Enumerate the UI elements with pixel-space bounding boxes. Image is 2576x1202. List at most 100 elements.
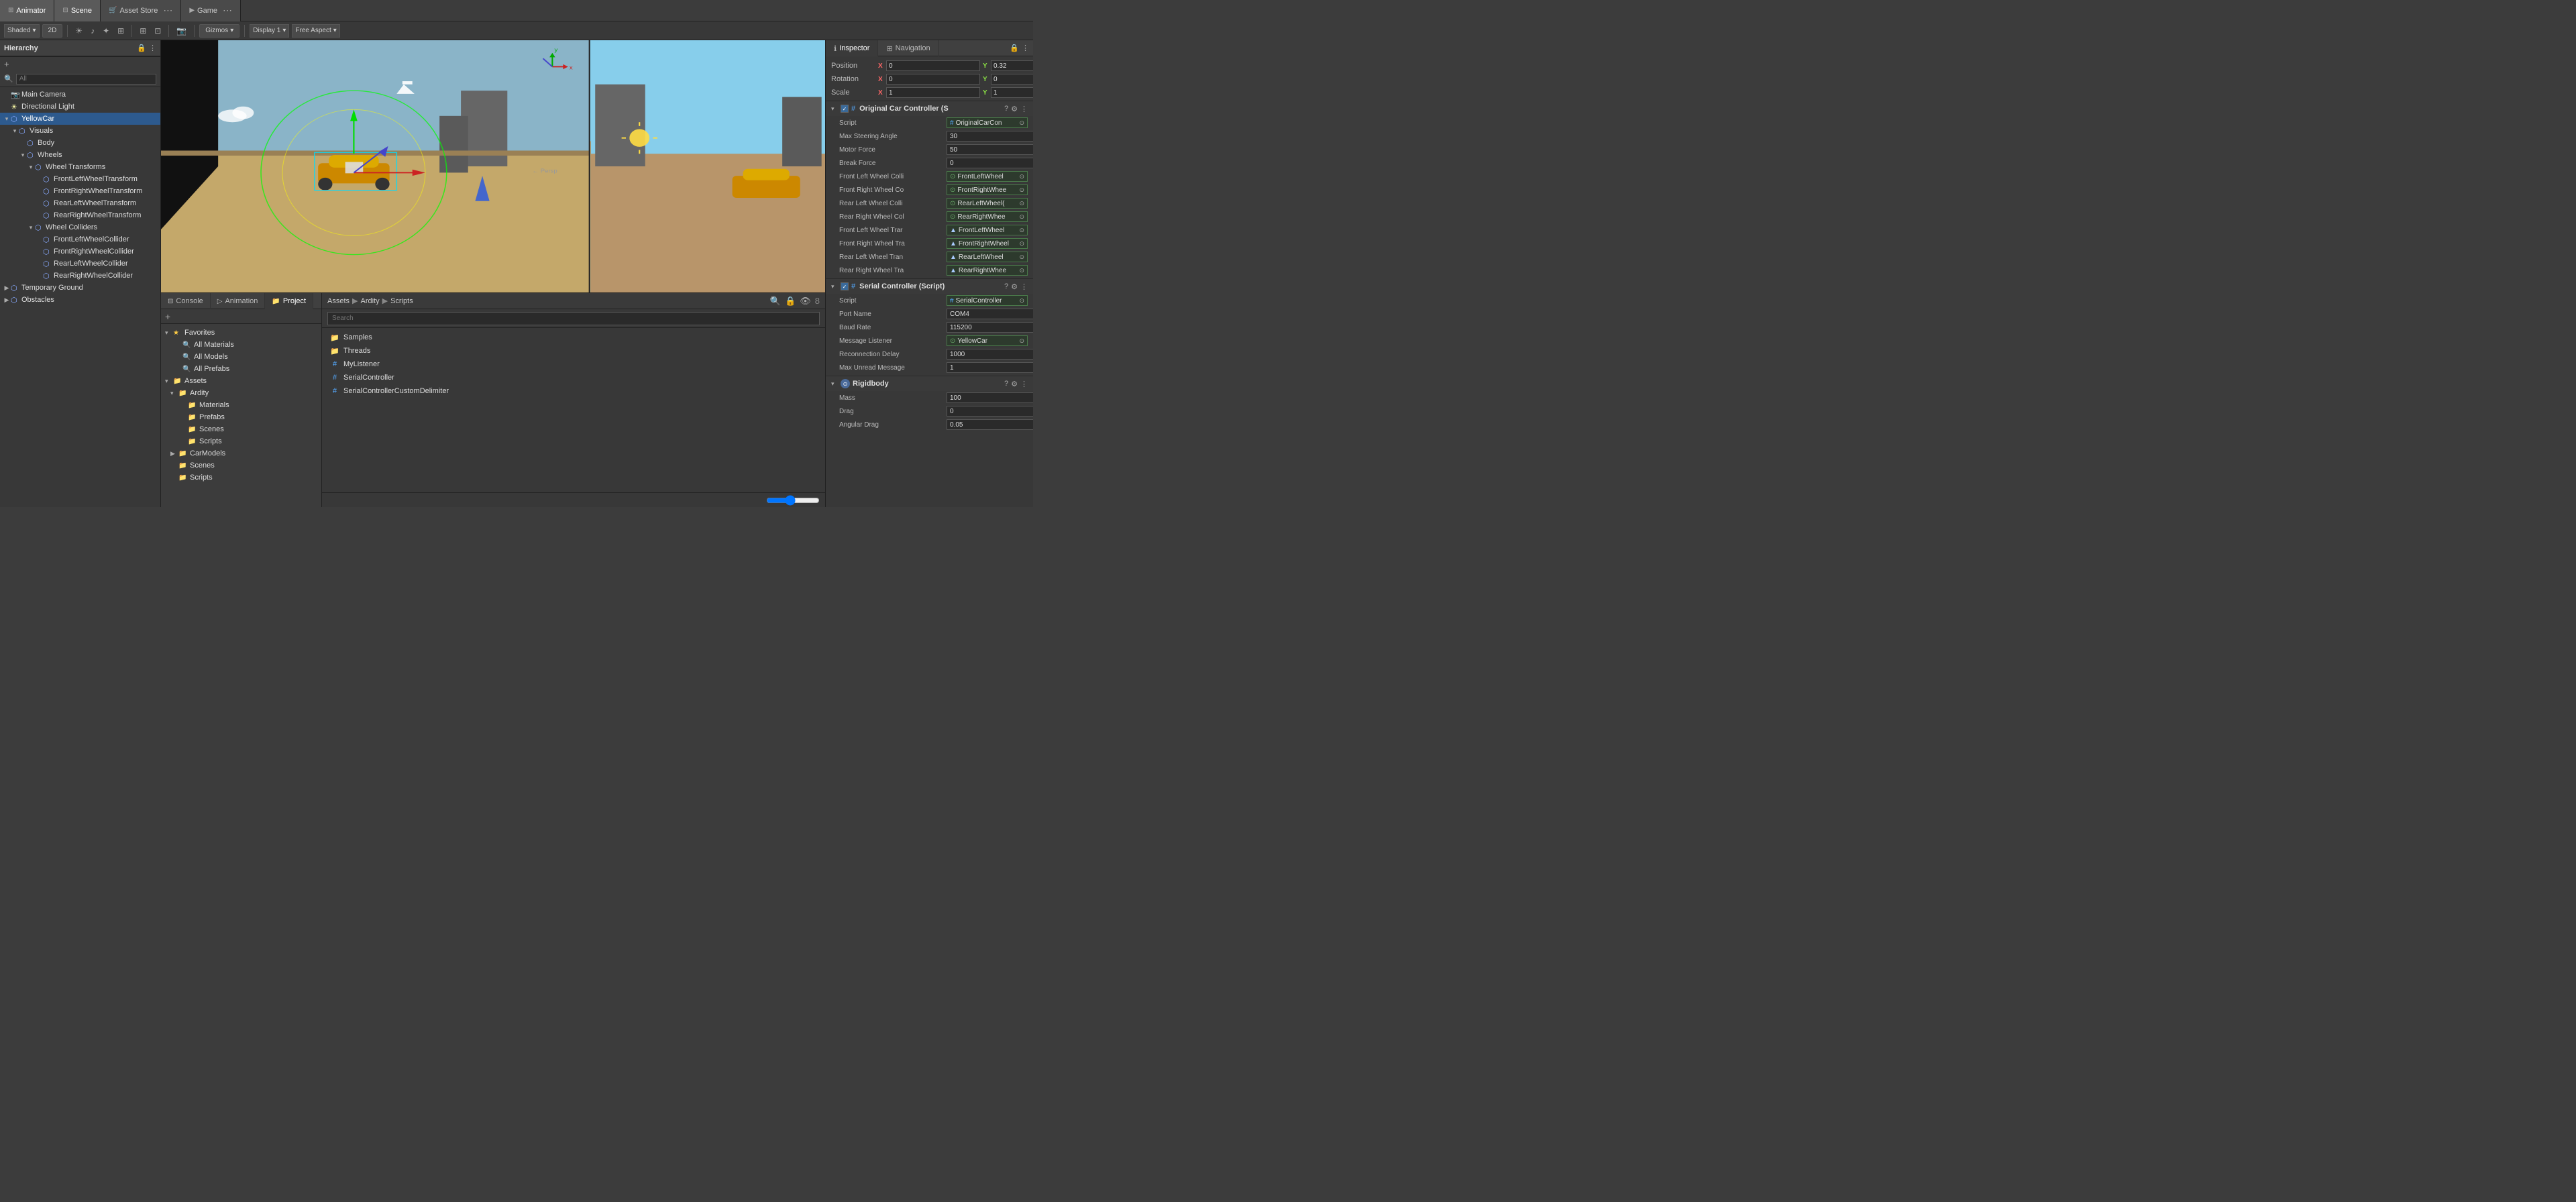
- tree-item-carmodels[interactable]: ▶ 📁 CarModels: [161, 447, 321, 459]
- fr-tran-select-btn[interactable]: ⊙: [1019, 240, 1024, 248]
- project-files-search-btn[interactable]: 🔍: [770, 296, 781, 307]
- viewport-bg[interactable]: x y ← Persp: [161, 40, 825, 292]
- project-files-search-input[interactable]: [327, 312, 820, 325]
- tab-project[interactable]: 📁 Project: [265, 293, 313, 309]
- audio-toggle-btn[interactable]: ♪: [88, 25, 97, 37]
- hierarchy-add-icon[interactable]: +: [4, 59, 9, 69]
- project-add-icon[interactable]: +: [165, 311, 170, 322]
- comp-menu-btn[interactable]: ⋮: [1020, 282, 1028, 291]
- tree-item-materials[interactable]: 📁 Materials: [161, 399, 321, 411]
- hierarchy-item-wheel-transforms[interactable]: ▾ ⬡ Wheel Transforms: [0, 161, 160, 173]
- tree-item-scripts2[interactable]: 📁 Scripts: [161, 472, 321, 484]
- tree-item-favorites[interactable]: ▾ ★ Favorites: [161, 327, 321, 339]
- hierarchy-item-yellow-car[interactable]: ▾ ⬡ YellowCar: [0, 113, 160, 125]
- rr-col-select-btn[interactable]: ⊙: [1019, 213, 1024, 221]
- hierarchy-item-main-camera[interactable]: 📷 Main Camera: [0, 89, 160, 101]
- hierarchy-menu-btn[interactable]: ⋮: [149, 44, 156, 52]
- grid-btn[interactable]: ⊞: [137, 25, 149, 37]
- ref-select-btn[interactable]: ⊙: [1019, 119, 1024, 127]
- render-stats-btn[interactable]: ⊞: [115, 25, 127, 37]
- motor-force-input[interactable]: [947, 144, 1033, 155]
- tab-console[interactable]: ⊟ Console: [161, 293, 211, 309]
- fl-col-select-btn[interactable]: ⊙: [1019, 173, 1024, 180]
- free-aspect-dropdown[interactable]: Free Aspect ▾: [292, 24, 339, 38]
- hierarchy-item-fr-collider[interactable]: ⬡ FrontRightWheelCollider: [0, 245, 160, 258]
- rl-col-select-btn[interactable]: ⊙: [1019, 200, 1024, 207]
- effects-toggle-btn[interactable]: ✦: [100, 25, 112, 37]
- max-unread-input[interactable]: [947, 362, 1033, 373]
- file-item-samples[interactable]: 📁 Samples: [327, 331, 820, 344]
- file-item-mylistener[interactable]: # MyListener: [327, 358, 820, 371]
- project-files-settings-btn[interactable]: 8: [815, 296, 820, 306]
- tab-scene[interactable]: ⊟ Scene: [54, 0, 101, 21]
- tab-inspector[interactable]: ℹ Inspector: [826, 40, 878, 56]
- hierarchy-item-rr-transform[interactable]: ⬡ RearRightWheelTransform: [0, 209, 160, 221]
- fr-col-select-btn[interactable]: ⊙: [1019, 186, 1024, 194]
- comp-help-btn[interactable]: ?: [1004, 282, 1008, 290]
- inspector-lock-btn[interactable]: 🔒: [1010, 44, 1019, 52]
- project-files-eye-btn[interactable]: 👁: [800, 296, 811, 307]
- rigidbody-header[interactable]: ▾ ⊙ Rigidbody ? ⚙ ⋮: [826, 376, 1033, 391]
- tree-item-assets[interactable]: ▾ 📁 Assets: [161, 375, 321, 387]
- display-dropdown[interactable]: Display 1 ▾: [250, 24, 289, 38]
- tree-item-all-models[interactable]: 🔍 All Models: [161, 351, 321, 363]
- mass-input[interactable]: [947, 392, 1033, 403]
- tree-item-all-prefabs[interactable]: 🔍 All Prefabs: [161, 363, 321, 375]
- scale-x-input[interactable]: [886, 87, 980, 98]
- port-name-input[interactable]: [947, 309, 1033, 319]
- angular-drag-input[interactable]: [947, 419, 1033, 430]
- position-y-input[interactable]: [991, 60, 1033, 71]
- hierarchy-item-wheels[interactable]: ▾ ⬡ Wheels: [0, 149, 160, 161]
- tab-game[interactable]: ▶ Game ⋯: [181, 0, 241, 21]
- tree-item-all-materials[interactable]: 🔍 All Materials: [161, 339, 321, 351]
- comp-enable-checkbox[interactable]: [841, 105, 849, 113]
- comp-enable-checkbox[interactable]: [841, 282, 849, 290]
- hierarchy-item-obstacles[interactable]: ▶ ⬡ Obstacles: [0, 294, 160, 306]
- rotation-x-input[interactable]: [886, 74, 980, 85]
- fl-tran-select-btn[interactable]: ⊙: [1019, 227, 1024, 234]
- file-item-threads[interactable]: 📁 Threads: [327, 344, 820, 358]
- shaded-dropdown[interactable]: Shaded ▾: [4, 24, 40, 38]
- tree-item-scenes[interactable]: 📁 Scenes: [161, 423, 321, 435]
- file-item-serialcontroller[interactable]: # SerialController: [327, 371, 820, 384]
- gizmos-button[interactable]: Gizmos ▾: [199, 24, 239, 38]
- snap-btn[interactable]: ⊡: [152, 25, 164, 37]
- comp-settings-btn[interactable]: ⚙: [1011, 380, 1018, 388]
- hierarchy-item-fl-transform[interactable]: ⬡ FrontLeftWheelTransform: [0, 173, 160, 185]
- zoom-slider[interactable]: [766, 496, 820, 504]
- hierarchy-lock-btn[interactable]: 🔒: [137, 44, 146, 52]
- light-toggle-btn[interactable]: ☀: [72, 25, 85, 37]
- rotation-y-input[interactable]: [991, 74, 1033, 85]
- serial-controller-header[interactable]: ▾ # Serial Controller (Script) ? ⚙ ⋮: [826, 279, 1033, 294]
- hierarchy-item-rr-collider[interactable]: ⬡ RearRightWheelCollider: [0, 270, 160, 282]
- comp-settings-btn[interactable]: ⚙: [1011, 282, 1018, 291]
- tab-navigation[interactable]: ⊞ Navigation: [878, 40, 938, 56]
- rl-tran-select-btn[interactable]: ⊙: [1019, 254, 1024, 261]
- comp-help-btn[interactable]: ?: [1004, 105, 1008, 113]
- position-x-input[interactable]: [886, 60, 980, 71]
- tab-asset-store[interactable]: 🛒 Asset Store ⋯: [101, 0, 181, 21]
- scale-y-input[interactable]: [991, 87, 1033, 98]
- car-controller-header[interactable]: ▾ # Original Car Controller (S ? ⚙ ⋮: [826, 101, 1033, 116]
- comp-menu-btn[interactable]: ⋮: [1020, 105, 1028, 113]
- hierarchy-item-body[interactable]: ⬡ Body: [0, 137, 160, 149]
- tree-item-scenes2[interactable]: 📁 Scenes: [161, 459, 321, 472]
- tab-animator[interactable]: ⊞ Animator: [0, 0, 54, 21]
- tab-animation[interactable]: ▷ Animation: [211, 293, 266, 309]
- max-steering-input[interactable]: [947, 131, 1033, 142]
- tree-item-scripts[interactable]: 📁 Scripts: [161, 435, 321, 447]
- tree-item-prefabs[interactable]: 📁 Prefabs: [161, 411, 321, 423]
- comp-help-btn[interactable]: ?: [1004, 380, 1008, 388]
- hierarchy-item-rl-collider[interactable]: ⬡ RearLeftWheelCollider: [0, 258, 160, 270]
- 2d-button[interactable]: 2D: [42, 24, 63, 38]
- hierarchy-item-directional-light[interactable]: ☀ Directional Light: [0, 101, 160, 113]
- break-force-input[interactable]: [947, 158, 1033, 168]
- tree-item-ardity[interactable]: ▾ 📁 Ardity: [161, 387, 321, 399]
- rr-tran-select-btn[interactable]: ⊙: [1019, 267, 1024, 274]
- project-files-lock-btn[interactable]: 🔒: [785, 296, 796, 307]
- hierarchy-item-fl-collider[interactable]: ⬡ FrontLeftWheelCollider: [0, 233, 160, 245]
- camera-btn[interactable]: 📷: [174, 25, 189, 37]
- hierarchy-item-rl-transform[interactable]: ⬡ RearLeftWheelTransform: [0, 197, 160, 209]
- drag-input[interactable]: [947, 406, 1033, 417]
- sc-script-select[interactable]: ⊙: [1019, 297, 1024, 305]
